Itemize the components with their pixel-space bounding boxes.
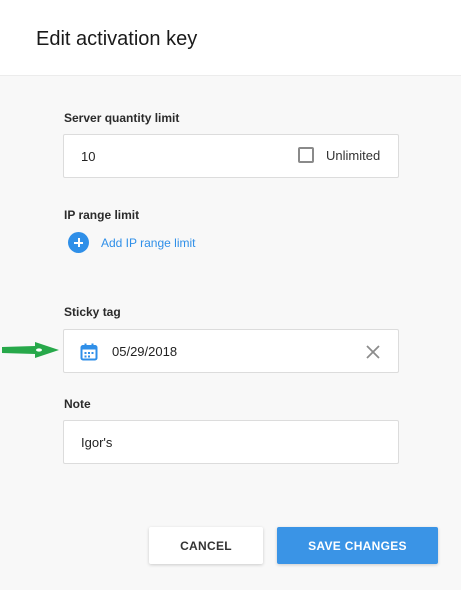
unlimited-label[interactable]: Unlimited	[326, 148, 380, 163]
sticky-tag-date-field[interactable]: 05/29/2018	[63, 329, 399, 373]
add-ip-range-label[interactable]: Add IP range limit	[101, 236, 196, 250]
server-quantity-label: Server quantity limit	[64, 111, 180, 125]
cancel-button[interactable]: CANCEL	[149, 527, 263, 564]
server-quantity-value[interactable]: 10	[81, 149, 95, 164]
close-icon[interactable]	[365, 344, 381, 360]
dialog-title: Edit activation key	[36, 28, 198, 50]
sticky-tag-label: Sticky tag	[64, 305, 121, 319]
arrow-right-icon	[2, 342, 59, 358]
add-ip-range-button[interactable]: Add IP range limit	[68, 232, 196, 253]
unlimited-checkbox-control[interactable]: Unlimited	[298, 147, 380, 163]
note-label: Note	[64, 397, 91, 411]
note-field[interactable]: Igor's	[63, 420, 399, 464]
dialog-header: Edit activation key	[0, 0, 461, 76]
plus-circle-icon[interactable]	[68, 232, 89, 253]
note-value[interactable]: Igor's	[81, 435, 112, 450]
unlimited-checkbox[interactable]	[298, 147, 314, 163]
save-changes-button[interactable]: SAVE CHANGES	[277, 527, 438, 564]
sticky-tag-date-value[interactable]: 05/29/2018	[112, 344, 177, 359]
calendar-icon[interactable]	[79, 342, 99, 362]
ip-range-label: IP range limit	[64, 208, 140, 222]
server-quantity-field[interactable]: 10 Unlimited	[63, 134, 399, 178]
